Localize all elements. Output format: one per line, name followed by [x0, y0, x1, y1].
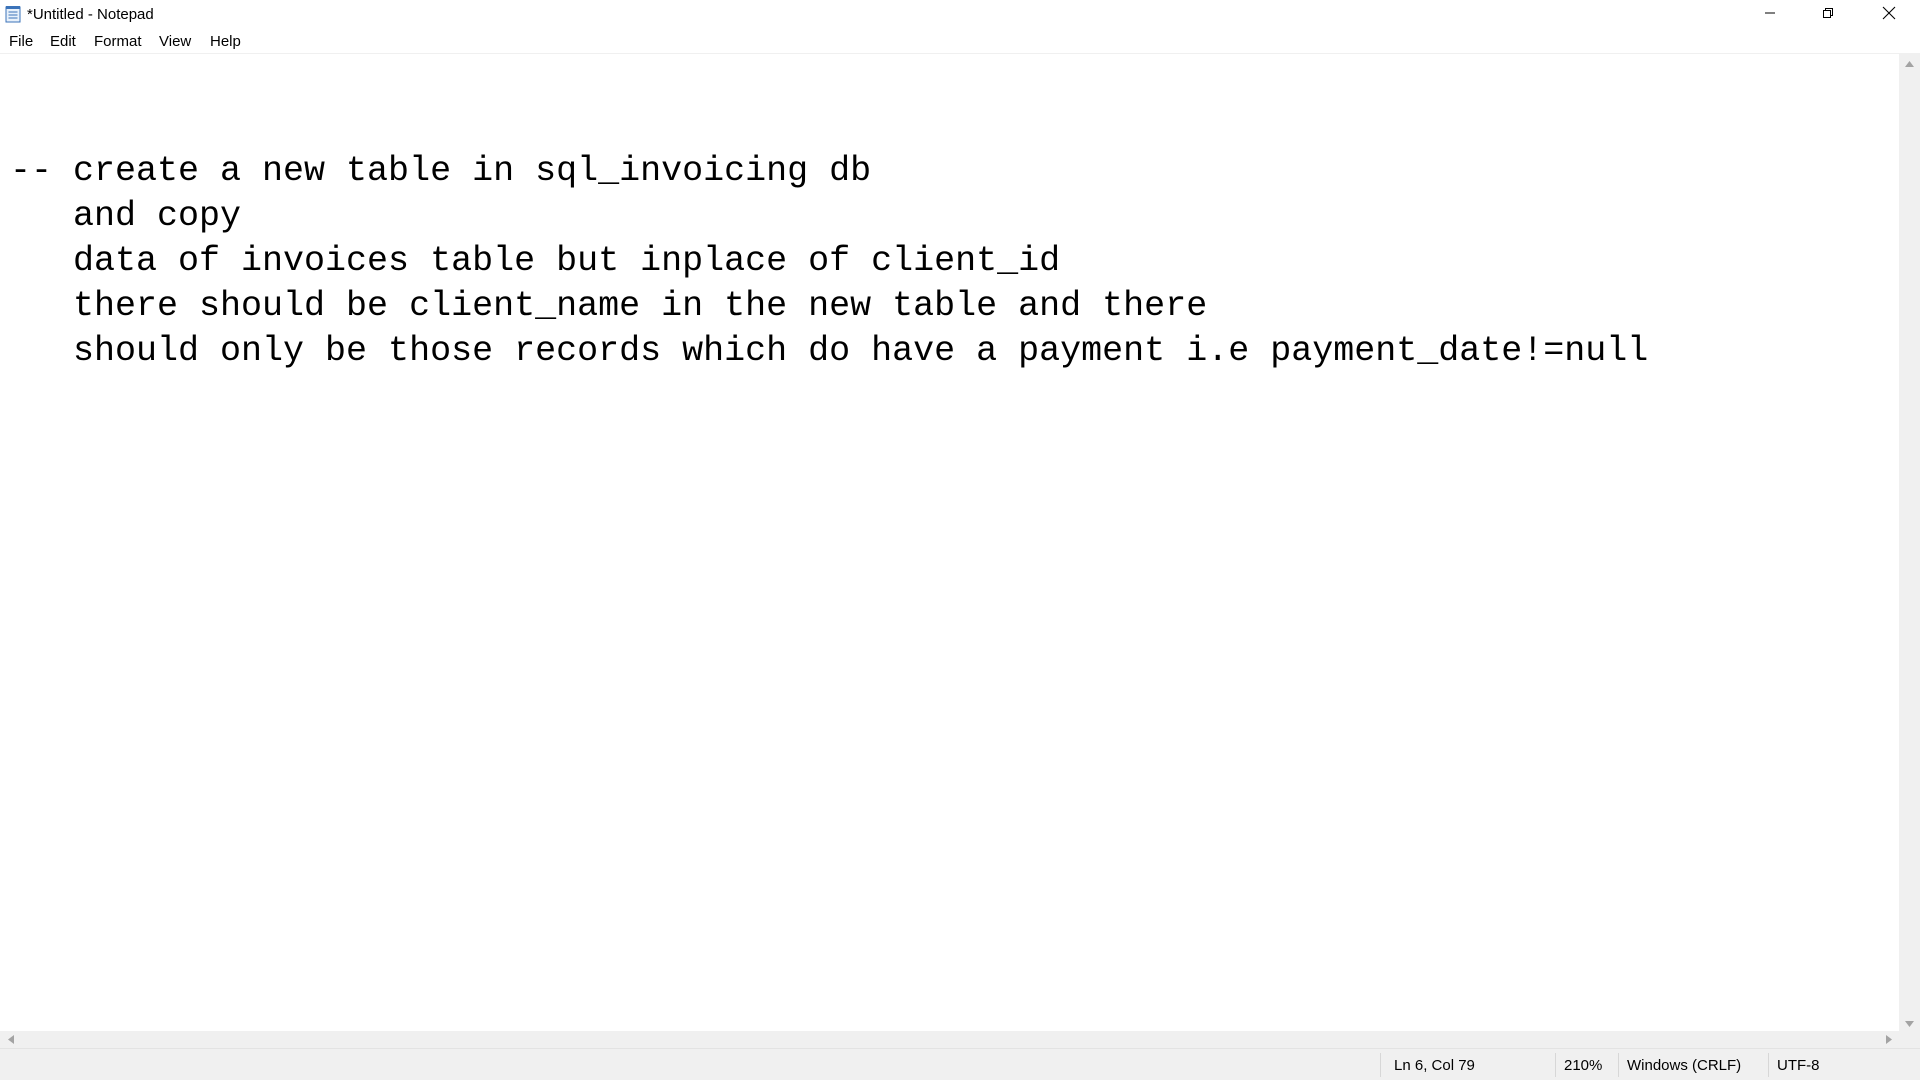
- status-divider: [1555, 1053, 1556, 1077]
- restore-button[interactable]: [1799, 0, 1857, 30]
- menu-file[interactable]: File: [9, 32, 33, 51]
- status-line-ending: Windows (CRLF): [1627, 1056, 1742, 1074]
- editor-content[interactable]: -- create a new table in sql_invoicing d…: [10, 104, 1648, 374]
- menu-view[interactable]: View: [159, 32, 191, 51]
- text-editor[interactable]: -- create a new table in sql_invoicing d…: [0, 54, 1899, 1031]
- scroll-left-button[interactable]: [0, 1031, 21, 1048]
- horizontal-scrollbar[interactable]: [0, 1031, 1899, 1048]
- arrow-down-icon: [1905, 1014, 1914, 1032]
- status-divider: [1618, 1053, 1619, 1077]
- status-encoding: UTF-8: [1777, 1056, 1820, 1074]
- scrollbar-corner: [1899, 1031, 1920, 1048]
- scroll-right-button[interactable]: [1878, 1031, 1899, 1048]
- menu-format[interactable]: Format: [94, 32, 142, 51]
- menu-help[interactable]: Help: [210, 32, 241, 51]
- scroll-up-button[interactable]: [1899, 54, 1920, 71]
- scroll-down-button[interactable]: [1899, 1014, 1920, 1031]
- close-icon: [1882, 6, 1896, 25]
- title-bar[interactable]: *Untitled - Notepad: [0, 0, 1920, 30]
- status-zoom-level: 210%: [1564, 1056, 1603, 1074]
- status-divider: [1380, 1053, 1381, 1077]
- minimize-button[interactable]: [1741, 0, 1799, 30]
- minimize-icon: [1764, 6, 1776, 24]
- window-title: *Untitled - Notepad: [27, 6, 154, 23]
- notepad-window: *Untitled - Notepad File Edit Format Vie…: [0, 0, 1920, 1080]
- status-bar: Ln 6, Col 79 210% Windows (CRLF) UTF-8: [0, 1048, 1920, 1080]
- arrow-up-icon: [1905, 54, 1914, 72]
- arrow-left-icon: [7, 1031, 14, 1049]
- menu-edit[interactable]: Edit: [50, 32, 76, 51]
- status-divider: [1768, 1053, 1769, 1077]
- status-cursor-position: Ln 6, Col 79: [1394, 1056, 1475, 1074]
- arrow-right-icon: [1885, 1031, 1892, 1049]
- close-button[interactable]: [1857, 0, 1920, 30]
- restore-icon: [1822, 6, 1834, 24]
- notepad-icon: [5, 5, 21, 23]
- vertical-scrollbar[interactable]: [1899, 54, 1920, 1031]
- menu-bar: File Edit Format View Help: [0, 30, 1920, 53]
